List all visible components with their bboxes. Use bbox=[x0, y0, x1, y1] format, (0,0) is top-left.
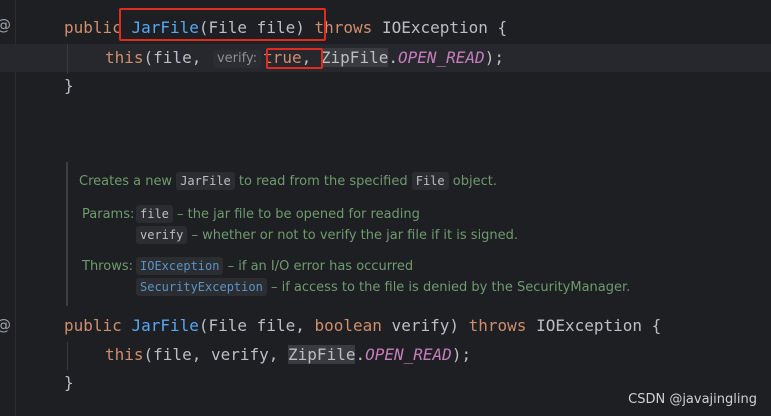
keyword-this: this bbox=[105, 345, 144, 364]
doc-text: Creates a new bbox=[79, 174, 177, 189]
code-line-close-brace-2: } bbox=[64, 373, 74, 392]
param-list: File file, bbox=[208, 316, 315, 335]
doc-text: object. bbox=[448, 174, 497, 189]
keyword-boolean: boolean bbox=[314, 316, 382, 335]
doc-throws-securityexception: SecurityException – if access to the fil… bbox=[136, 278, 630, 298]
doc-params-label: Params: bbox=[82, 207, 135, 222]
keyword-throws: throws bbox=[468, 316, 527, 335]
brace-open: { bbox=[642, 316, 662, 335]
javadoc-render-block: Creates a new JarFile to read from the s… bbox=[66, 162, 768, 306]
dot: . bbox=[388, 48, 398, 67]
doc-chip-jarfile[interactable]: JarFile bbox=[176, 172, 235, 190]
param-list: verify) bbox=[381, 316, 469, 335]
doc-chip-param-file[interactable]: file bbox=[136, 205, 173, 223]
indent-guide bbox=[67, 44, 68, 74]
class-zipfile[interactable]: ZipFile bbox=[320, 48, 389, 67]
doc-text: – whether or not to verify the jar file … bbox=[187, 228, 519, 243]
dot: . bbox=[355, 345, 366, 364]
indent-guide bbox=[67, 342, 68, 370]
keyword-this: this bbox=[105, 48, 144, 67]
statement-end: ); bbox=[451, 345, 472, 364]
doc-summary: Creates a new JarFile to read from the s… bbox=[79, 172, 497, 192]
doc-text: – the jar file to be opened for reading bbox=[172, 207, 420, 222]
keyword-public: public bbox=[64, 316, 122, 335]
code-line-close-brace-1: } bbox=[64, 76, 74, 95]
doc-link-securityexception[interactable]: SecurityException bbox=[136, 278, 267, 296]
override-gutter-icon[interactable]: @ bbox=[0, 16, 11, 34]
paren-open: ( bbox=[198, 316, 209, 335]
exception-type[interactable]: IOException bbox=[382, 18, 488, 37]
parameter-hint-inlay: verify: bbox=[212, 50, 262, 68]
doc-text: – if an I/O error has occurred bbox=[223, 259, 414, 274]
exception-type[interactable]: IOException bbox=[536, 316, 642, 335]
doc-throws-label: Throws: bbox=[82, 259, 133, 274]
call-args: (file, bbox=[143, 48, 211, 67]
code-line-this-call-2[interactable]: this(file, verify, ZipFile.OPEN_READ); bbox=[105, 341, 471, 369]
doc-throws-ioexception: IOException – if an I/O error has occurr… bbox=[136, 257, 413, 277]
constant-open-read[interactable]: OPEN_READ bbox=[398, 48, 485, 67]
call-args: (file, verify, bbox=[143, 345, 289, 364]
doc-text: – if access to the file is denied by the… bbox=[266, 280, 631, 295]
doc-chip-param-verify[interactable]: verify bbox=[136, 226, 188, 244]
class-zipfile[interactable]: ZipFile bbox=[288, 345, 356, 364]
keyword-public: public bbox=[64, 18, 122, 37]
watermark: CSDN @javajingling bbox=[628, 392, 757, 407]
annotation-box-constructor bbox=[119, 8, 326, 41]
doc-text: to read from the specified bbox=[234, 174, 412, 189]
statement-end: ); bbox=[484, 48, 504, 67]
doc-link-ioexception[interactable]: IOException bbox=[136, 257, 224, 275]
doc-param-verify: verify – whether or not to verify the ja… bbox=[136, 226, 518, 246]
doc-param-file: file – the jar file to be opened for rea… bbox=[136, 205, 420, 225]
constructor-name[interactable]: JarFile bbox=[131, 316, 198, 335]
doc-chip-file[interactable]: File bbox=[411, 172, 449, 190]
code-line-constructor-2[interactable]: public JarFile(File file, boolean verify… bbox=[64, 312, 661, 340]
override-gutter-icon[interactable]: @ bbox=[0, 316, 11, 334]
brace-open: { bbox=[497, 18, 508, 37]
constant-open-read[interactable]: OPEN_READ bbox=[365, 345, 452, 364]
annotation-box-true bbox=[266, 48, 323, 69]
